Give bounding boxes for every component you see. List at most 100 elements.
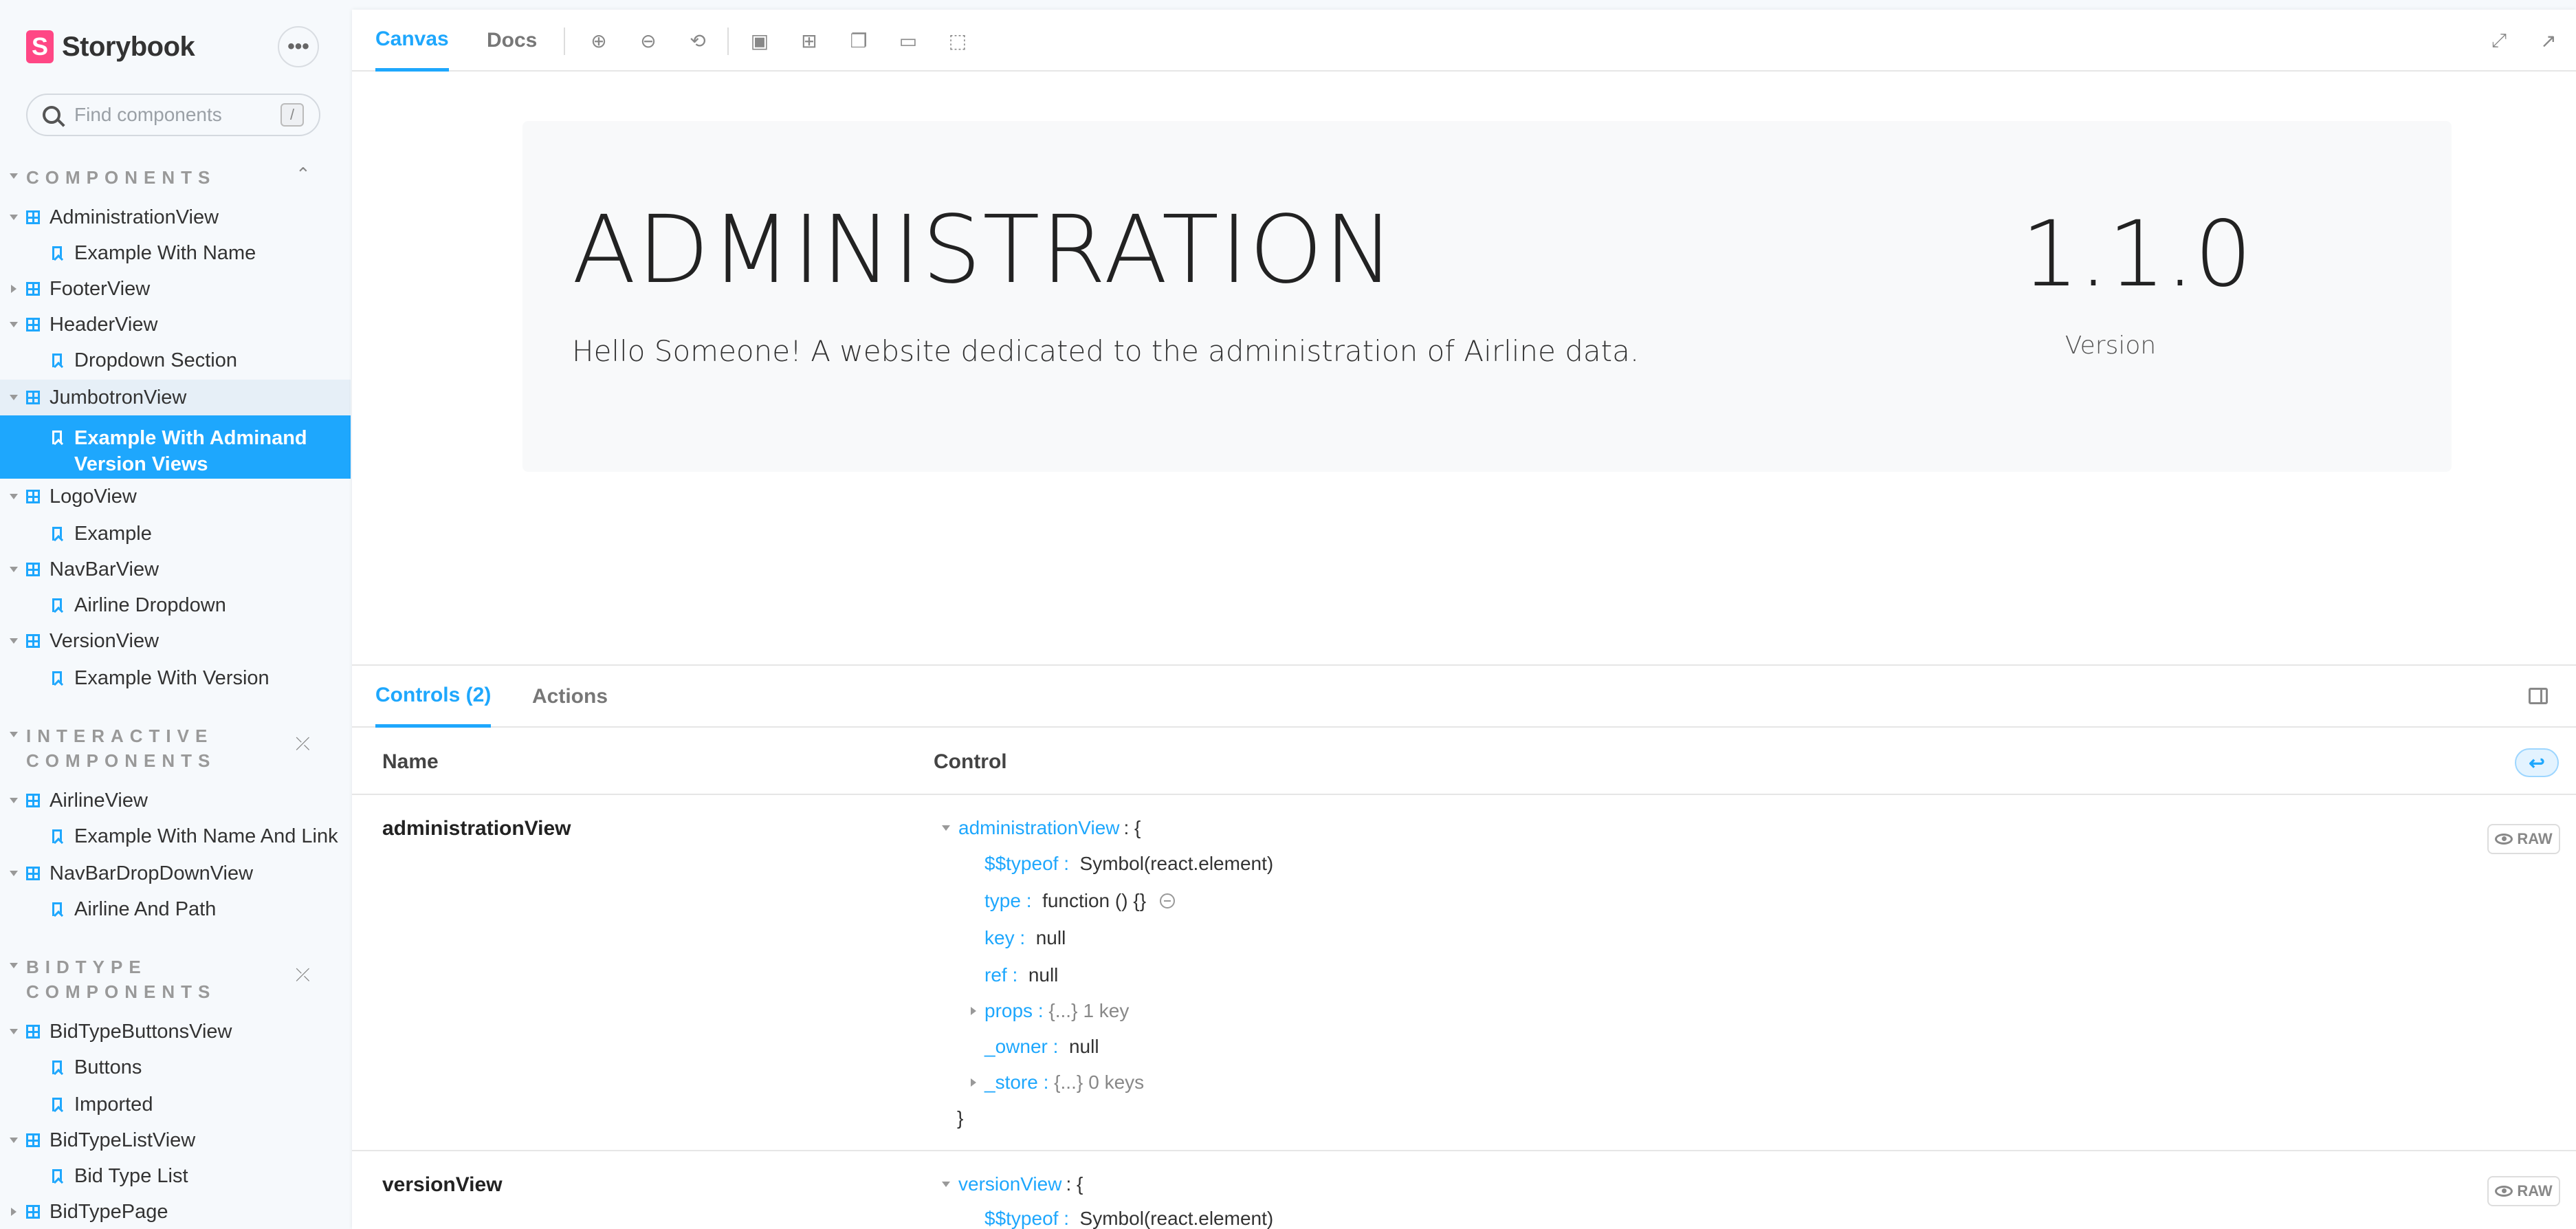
field-value[interactable]: null (1036, 927, 1066, 949)
object-field[interactable]: _store : {...} 0 keys (971, 1072, 1144, 1094)
sidebar-item-versionview[interactable]: VersionView (0, 623, 351, 659)
object-root[interactable]: versionView : { (942, 1173, 1083, 1195)
bookmark-icon (52, 598, 62, 612)
caret-down-icon (942, 1182, 950, 1187)
sidebar-story-buttons[interactable]: Buttons (0, 1049, 351, 1085)
sidebar-item-administrationview[interactable]: AdministrationView (0, 199, 351, 235)
object-root[interactable]: administrationView : { (942, 817, 1141, 839)
sidebar-story-example-with-name[interactable]: Example With Name (0, 235, 351, 271)
field-value[interactable]: Symbol(react.element) (1080, 853, 1274, 875)
object-key: versionView (958, 1173, 1062, 1195)
background-icon[interactable]: ▣ (749, 30, 770, 52)
raw-toggle-button[interactable]: RAW (2487, 824, 2560, 854)
expand-collapse-icon[interactable]: ⤫ (296, 733, 310, 755)
sidebar-story-imported[interactable]: Imported (0, 1087, 351, 1122)
viewport-icon[interactable]: ❐ (848, 30, 869, 52)
object-field[interactable]: props : {...} 1 key (971, 1000, 1129, 1022)
panel-tabs: Controls (2) Actions (352, 666, 2576, 728)
sidebar-item-logoview[interactable]: LogoView (0, 479, 351, 514)
tab-actions[interactable]: Actions (532, 666, 608, 728)
field-value[interactable]: Symbol(react.element) (1080, 1208, 1274, 1229)
tab-canvas[interactable]: Canvas (375, 10, 449, 72)
sidebar-story-example-with-version[interactable]: Example With Version (0, 660, 351, 696)
section-title-line1: INTERACTIVE (26, 726, 214, 746)
sidebar-story-example[interactable]: Example (0, 516, 351, 552)
panel-orientation-icon[interactable] (2529, 688, 2548, 704)
zoom-out-icon[interactable]: ⊖ (638, 30, 659, 52)
brand-name: Storybook (62, 31, 195, 62)
grid-icon[interactable]: ⊞ (799, 30, 819, 52)
sidebar-story-airline-and-path[interactable]: Airline And Path (0, 891, 351, 927)
sidebar-item-navbarview[interactable]: NavBarView (0, 552, 351, 587)
sidebar-item-jumbotronview[interactable]: JumbotronView (0, 380, 351, 415)
search-icon (43, 106, 60, 124)
tab-controls[interactable]: Controls (2) (375, 666, 492, 728)
section-interactive-components[interactable]: INTERACTIVE COMPONENTS ⤫ (0, 724, 351, 776)
caret-right-icon (971, 1078, 976, 1087)
bookmark-icon (52, 354, 62, 367)
sidebar-item-navbardropdownview[interactable]: NavBarDropDownView (0, 856, 351, 891)
caret-down-icon (10, 494, 18, 499)
sidebar-item-label: VersionView (49, 629, 159, 652)
component-icon (26, 391, 40, 404)
open-new-tab-icon[interactable]: ↗ (2538, 30, 2559, 52)
sidebar-story-example-with-name-and-link[interactable]: Example With Name And Link (0, 818, 351, 854)
sidebar-item-label: Example With Name (74, 241, 256, 264)
object-close: } (957, 1107, 964, 1129)
fullscreen-icon[interactable]: ⤢ (2489, 30, 2509, 51)
more-options-button[interactable]: ••• (278, 26, 319, 67)
sidebar-item-label: BidTypeButtonsView (49, 1020, 232, 1043)
field-value[interactable]: null (1028, 964, 1059, 986)
version-label: Version (2065, 331, 2157, 360)
search-input[interactable]: Find components / (26, 94, 320, 136)
zoom-in-icon[interactable]: ⊕ (588, 30, 609, 52)
sidebar: S Storybook ••• Find components / COMPON… (0, 0, 351, 1229)
sidebar-story-bid-type-list[interactable]: Bid Type List (0, 1158, 351, 1194)
controls-table-header: Name Control ↩ (352, 729, 2576, 795)
field-key: $$typeof (984, 853, 1059, 874)
field-value[interactable]: null (1069, 1036, 1099, 1058)
sidebar-item-label: HeaderView (49, 313, 158, 336)
addons-panel: Controls (2) Actions Name Control ↩ admi… (352, 664, 2576, 1229)
field-value[interactable]: function () {} (1042, 890, 1146, 912)
sidebar-item-bidtypelistview[interactable]: BidTypeListView (0, 1122, 351, 1158)
section-components[interactable]: COMPONENTS ⌃ (0, 164, 351, 193)
bookmark-icon (52, 1061, 62, 1074)
tab-docs[interactable]: Docs (487, 10, 537, 72)
component-icon (26, 634, 40, 648)
sidebar-item-airlineview[interactable]: AirlineView (0, 783, 351, 818)
field-key: type (984, 890, 1021, 911)
expand-collapse-icon[interactable]: ⌃ (296, 164, 311, 185)
field-meta: 1 key (1083, 1000, 1130, 1021)
object-field: $$typeof : Symbol(react.element) (984, 853, 1274, 875)
outline-icon[interactable]: ⬚ (947, 30, 968, 52)
raw-toggle-button[interactable]: RAW (2487, 1176, 2560, 1206)
caret-down-icon (10, 871, 18, 876)
brand[interactable]: S Storybook (26, 29, 195, 65)
section-title-line1: BIDTYPE (26, 957, 147, 977)
sidebar-item-bidtypebuttonsview[interactable]: BidTypeButtonsView (0, 1014, 351, 1049)
version-number: 1.1.0 (2021, 202, 2252, 307)
caret-down-icon (10, 567, 18, 572)
object-field: type : function () {} (984, 890, 1176, 912)
object-open: : { (1123, 817, 1141, 838)
sidebar-item-bidtypepage[interactable]: BidTypePage (0, 1194, 351, 1229)
sidebar-item-headerview[interactable]: HeaderView (0, 307, 351, 342)
object-open: : { (1066, 1173, 1083, 1195)
section-bidtype-components[interactable]: BIDTYPE COMPONENTS ⤫ (0, 955, 351, 1007)
measure-icon[interactable]: ▭ (898, 30, 918, 52)
sidebar-item-label: Imported (74, 1093, 153, 1116)
sidebar-item-footerview[interactable]: FooterView (0, 271, 351, 307)
sidebar-story-example-with-adminand-version-views[interactable]: Example With Adminand Version Views (0, 415, 351, 479)
remove-icon[interactable] (1160, 893, 1176, 909)
expand-collapse-icon[interactable]: ⤫ (296, 964, 310, 986)
zoom-reset-icon[interactable]: ⟲ (687, 30, 708, 52)
undo-icon: ↩ (2529, 752, 2545, 774)
toolbar-divider (564, 28, 565, 55)
sidebar-story-dropdown-section[interactable]: Dropdown Section (0, 342, 351, 378)
bookmark-icon (52, 246, 62, 260)
sidebar-story-airline-dropdown[interactable]: Airline Dropdown (0, 587, 351, 623)
sidebar-item-label: Example (74, 522, 152, 545)
reset-controls-button[interactable]: ↩ (2515, 748, 2559, 777)
sidebar-item-label: AdministrationView (49, 206, 219, 228)
